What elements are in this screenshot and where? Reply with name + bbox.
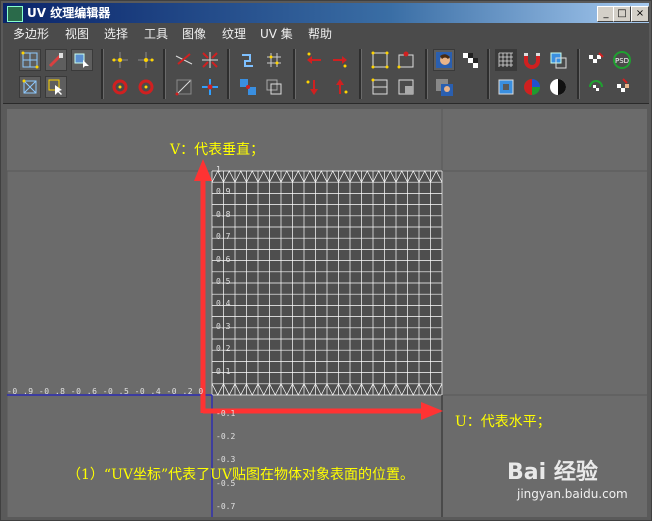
uv-lattice-icon[interactable] (19, 76, 41, 98)
v-axis-tick-label: 0.5 (216, 277, 231, 286)
u-axis-labels: -0 .9 -0 .8 -0 .6 -0 .5 -0 .4 -0 .2 0 (7, 387, 204, 396)
checker-icon[interactable] (459, 49, 481, 71)
move-uv-right-icon[interactable] (135, 49, 157, 71)
svg-text:PSD: PSD (615, 57, 629, 65)
title-bar: UV 纹理编辑器 _ □ × (3, 3, 649, 23)
watermark-brand: Bai 经验 (507, 460, 598, 485)
move-sew-icon[interactable] (237, 76, 259, 98)
menu-uv-sets[interactable]: UV 集 (260, 26, 293, 42)
frame-icon[interactable] (495, 76, 517, 98)
toolbar-separator (425, 49, 428, 99)
uv-texture-editor-window: UV 纹理编辑器 _ □ × 多边形 视图 选择 工具 图像 纹理 UV 集 帮… (0, 0, 652, 521)
rotate-cw-icon[interactable] (135, 76, 157, 98)
arrow-left-icon[interactable] (303, 49, 325, 71)
toolbar-separator (359, 49, 362, 99)
u-axis-annotation: U：代表水平； (455, 414, 551, 430)
snap-box-icon[interactable] (395, 76, 417, 98)
magnet-icon[interactable] (521, 49, 543, 71)
v-axis-tick-label: -0.1 (216, 409, 236, 418)
close-button[interactable]: × (631, 6, 649, 22)
stack-icon[interactable] (263, 76, 285, 98)
v-axis-tick-label: -0.7 (216, 502, 236, 511)
menu-view[interactable]: 视图 (65, 26, 89, 42)
toolbar-separator (293, 49, 296, 99)
rgb-channels-icon[interactable] (521, 76, 543, 98)
v-axis-annotation: V：代表垂直； (170, 142, 265, 158)
texture-swap-icon[interactable] (433, 76, 455, 98)
arrow-up-icon[interactable] (329, 76, 351, 98)
v-axis-tick-label: -0.3 (216, 455, 236, 464)
texture-paint-icon[interactable] (611, 76, 633, 98)
copy-uv-icon[interactable] (547, 49, 569, 71)
maximize-button[interactable]: □ (613, 6, 631, 22)
toolbar-separator (577, 49, 580, 99)
move-uv-left-icon[interactable] (109, 49, 131, 71)
split-uv-icon[interactable] (199, 49, 221, 71)
v-axis-tick-label: 0.3 (216, 321, 231, 331)
caption: （1）“UV坐标”代表了UV贴图在物体对象表面的位置。 (67, 467, 415, 483)
arrow-down-icon[interactable] (303, 76, 325, 98)
v-axis-tick-label: 0.1 (216, 366, 231, 376)
v-axis-tick-label: 0.2 (216, 344, 231, 354)
menu-bar: 多边形 视图 选择 工具 图像 纹理 UV 集 帮助 (3, 23, 649, 45)
v-axis-tick-label: -0.2 (216, 432, 236, 441)
toolbar-separator (163, 49, 166, 99)
menu-image[interactable]: 图像 (182, 26, 206, 42)
cut-uv-icon[interactable] (173, 49, 195, 71)
v-axis-tick-label: 0.4 (216, 299, 231, 309)
maya-app-icon (7, 6, 23, 22)
v-axis-tick-label: 1 (216, 165, 221, 174)
refresh-icon[interactable] (585, 76, 607, 98)
v-axis-tick-label: 0.6 (216, 254, 231, 264)
toolbar-separator (101, 49, 104, 99)
snap-point-icon[interactable] (395, 49, 417, 71)
v-axis-tick-label: 0.9 (216, 187, 231, 197)
watermark-url: jingyan.baidu.com (517, 487, 628, 501)
rotate-ccw-icon[interactable] (109, 76, 131, 98)
snap-align-icon[interactable] (369, 76, 391, 98)
v-axis-tick-label: 0.8 (216, 209, 231, 219)
uv-grid-select-icon[interactable] (19, 49, 41, 71)
menu-tool[interactable]: 工具 (144, 26, 168, 42)
menu-help[interactable]: 帮助 (308, 26, 332, 42)
checker-toggle-icon[interactable] (585, 49, 607, 71)
mirror-icon[interactable] (199, 76, 221, 98)
menu-texture[interactable]: 纹理 (222, 26, 246, 42)
layout-uv-icon[interactable] (263, 49, 285, 71)
window-title: UV 纹理编辑器 (27, 6, 111, 20)
menu-select[interactable]: 选择 (104, 26, 128, 42)
toolbar: PSD (3, 45, 649, 104)
toolbar-separator (487, 49, 490, 99)
align-icon[interactable] (173, 76, 195, 98)
uv-editor-viewport[interactable]: -0 .9 -0 .8 -0 .6 -0 .5 -0 .4 -0 .2 0 1 0… (7, 109, 647, 517)
sew-uv-icon[interactable] (237, 49, 259, 71)
arrow-right-icon[interactable] (329, 49, 351, 71)
select-arrow-icon[interactable] (45, 76, 67, 98)
move-select-icon[interactable] (71, 49, 93, 71)
menu-polygons[interactable]: 多边形 (13, 26, 49, 42)
contrast-icon[interactable] (547, 76, 569, 98)
snap-grid-icon[interactable] (369, 49, 391, 71)
psd-network-icon[interactable]: PSD (611, 49, 633, 71)
image-display-icon[interactable] (433, 49, 455, 71)
paint-brush-icon[interactable] (45, 49, 67, 71)
grid-toggle-icon[interactable] (495, 49, 517, 71)
toolbar-separator (227, 49, 230, 99)
v-axis-tick-label: 0.7 (216, 232, 231, 242)
